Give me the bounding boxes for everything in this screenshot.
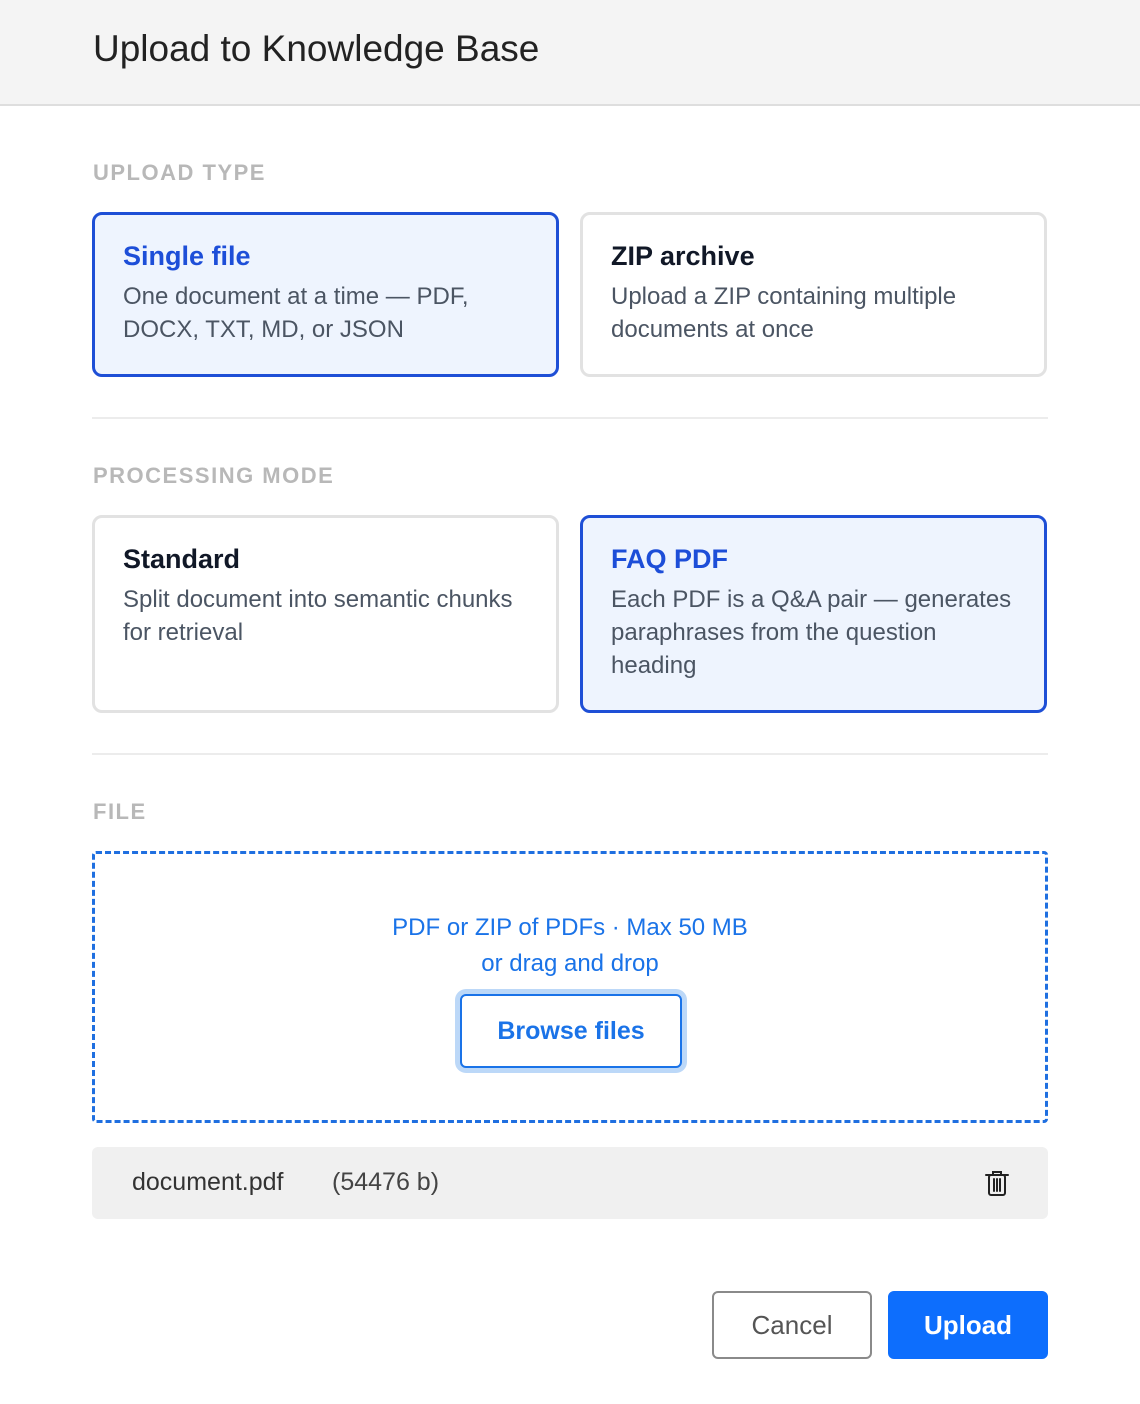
upload-type-option-single-file[interactable]: Single file One document at a time — PDF… [92,212,559,377]
upload-button[interactable]: Upload [888,1291,1048,1359]
dialog-header: Upload to Knowledge Base [0,0,1140,106]
processing-mode-option-faq-pdf[interactable]: FAQ PDF Each PDF is a Q&A pair — generat… [580,515,1047,713]
option-title: FAQ PDF [611,544,729,574]
option-description: Upload a ZIP containing multiple documen… [611,283,957,343]
file-label: FILE [93,799,147,824]
option-title: Standard [123,544,241,574]
cancel-button[interactable]: Cancel [712,1291,872,1359]
option-description: One document at a time — PDF, DOCX, TXT,… [123,283,469,343]
dropzone-drag-text: or drag and drop [481,950,659,977]
option-title: Single file [123,241,251,271]
file-dropzone[interactable]: PDF or ZIP of PDFs · Max 50 MB or drag a… [92,851,1048,1123]
selected-file-row: document.pdf (54476 b) [92,1147,1048,1219]
dialog-title: Upload to Knowledge Base [93,28,540,69]
browse-files-button[interactable]: Browse files [460,994,682,1068]
processing-mode-label: PROCESSING MODE [93,463,335,488]
section-divider [92,417,1048,419]
file-name: document.pdf [132,1168,284,1196]
trash-icon[interactable] [984,1169,1010,1197]
section-divider [92,753,1048,755]
option-description: Each PDF is a Q&A pair — generates parap… [611,586,1012,679]
dropzone-hint: PDF or ZIP of PDFs · Max 50 MB [392,914,748,941]
option-title: ZIP archive [611,241,755,271]
file-size: (54476 b) [332,1168,440,1196]
upload-type-label: UPLOAD TYPE [93,160,266,185]
upload-type-option-zip-archive[interactable]: ZIP archive Upload a ZIP containing mult… [580,212,1047,377]
option-description: Split document into semantic chunks for … [123,586,513,646]
processing-mode-option-standard[interactable]: Standard Split document into semantic ch… [92,515,559,713]
